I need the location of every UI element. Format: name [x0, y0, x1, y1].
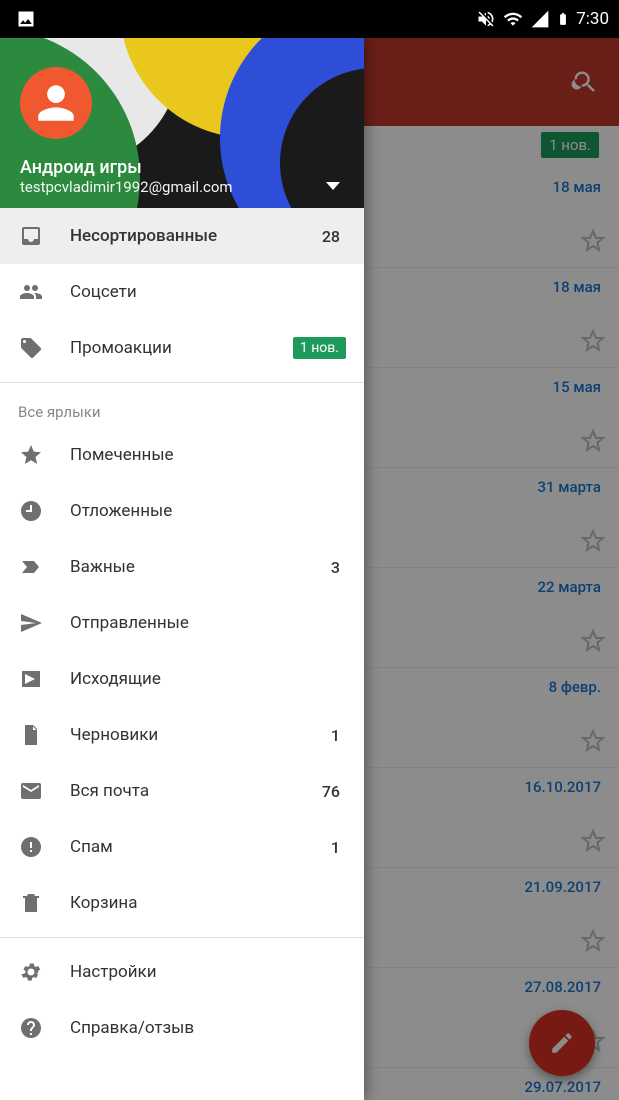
file-icon [18, 723, 44, 747]
people-icon [18, 280, 44, 304]
drawer-item-count: 1 [331, 726, 346, 745]
star-icon [18, 443, 44, 467]
drawer-item-count: 28 [322, 227, 346, 246]
drawer-item-snoozed[interactable]: Отложенные [0, 483, 364, 539]
wifi-icon [502, 9, 524, 29]
drawer-list: Несортированные 28 Соцсети Промоакции 1 … [0, 208, 364, 1100]
drawer-item-badge: 1 нов. [293, 337, 346, 359]
drawer-item-label: Вся почта [70, 781, 296, 801]
drawer-item-allmail[interactable]: Вся почта 76 [0, 763, 364, 819]
drawer-item-label: Спам [70, 837, 305, 857]
spam-icon [18, 835, 44, 859]
drawer-item-label: Помеченные [70, 445, 346, 465]
divider [0, 382, 364, 383]
drawer-item-label: Важные [70, 557, 305, 577]
signal-icon [530, 9, 550, 29]
drawer-item-spam[interactable]: Спам 1 [0, 819, 364, 875]
divider [0, 937, 364, 938]
drawer-item-starred[interactable]: Помеченные [0, 427, 364, 483]
drawer-item-social[interactable]: Соцсети [0, 264, 364, 320]
help-icon [18, 1016, 44, 1040]
mute-icon [476, 9, 496, 29]
drawer-item-label: Промоакции [70, 338, 267, 358]
picture-icon [16, 9, 36, 29]
drawer-item-important[interactable]: Важные 3 [0, 539, 364, 595]
navigation-drawer: Андроид игры testpcvladimir1992@gmail.co… [0, 38, 364, 1100]
send-icon [18, 611, 44, 635]
drawer-item-label: Корзина [70, 893, 346, 913]
drawer-item-label: Соцсети [70, 282, 346, 302]
drawer-item-promotions[interactable]: Промоакции 1 нов. [0, 320, 364, 376]
drawer-section-label: Все ярлыки [0, 389, 364, 427]
drawer-item-help[interactable]: Справка/отзыв [0, 1000, 364, 1056]
drawer-item-outbox[interactable]: Исходящие [0, 651, 364, 707]
account-email: testpcvladimir1992@gmail.com [20, 178, 233, 196]
drawer-item-label: Черновики [70, 725, 305, 745]
important-icon [18, 555, 44, 579]
drawer-item-trash[interactable]: Корзина [0, 875, 364, 931]
avatar[interactable] [20, 67, 92, 139]
drawer-item-drafts[interactable]: Черновики 1 [0, 707, 364, 763]
clock-icon [18, 499, 44, 523]
drawer-item-label: Отложенные [70, 501, 346, 521]
drawer-item-settings[interactable]: Настройки [0, 944, 364, 1000]
drawer-item-label: Исходящие [70, 669, 346, 689]
drawer-item-label: Несортированные [70, 226, 296, 246]
status-time: 7:30 [576, 9, 609, 29]
drawer-item-label: Настройки [70, 962, 346, 982]
outbox-icon [18, 667, 44, 691]
drawer-item-label: Справка/отзыв [70, 1018, 346, 1038]
drawer-header: Андроид игры testpcvladimir1992@gmail.co… [0, 38, 364, 208]
drawer-item-primary[interactable]: Несортированные 28 [0, 208, 364, 264]
drawer-item-label: Отправленные [70, 613, 346, 633]
drawer-item-sent[interactable]: Отправленные [0, 595, 364, 651]
mail-icon [18, 779, 44, 803]
status-bar: 7:30 [0, 0, 619, 38]
trash-icon [18, 891, 44, 915]
drawer-item-count: 1 [331, 838, 346, 857]
battery-icon [556, 8, 570, 30]
gear-icon [18, 960, 44, 984]
drawer-item-count: 3 [331, 558, 346, 577]
caret-down-icon [326, 182, 340, 190]
inbox-icon [18, 224, 44, 248]
account-switcher[interactable]: Андроид игры testpcvladimir1992@gmail.co… [20, 157, 344, 196]
drawer-item-count: 76 [322, 782, 346, 801]
tag-icon [18, 336, 44, 360]
account-name: Андроид игры [20, 157, 233, 178]
